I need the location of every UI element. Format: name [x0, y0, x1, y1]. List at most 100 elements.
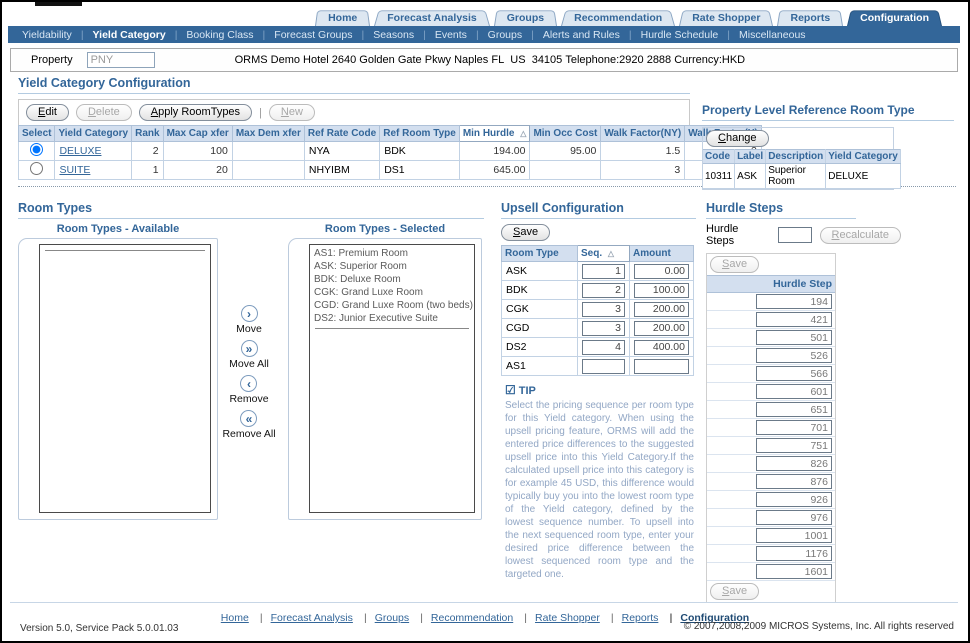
menu-item[interactable]: Alerts and Rules — [522, 29, 620, 41]
hurdle-step-input[interactable] — [756, 546, 832, 561]
seq-input[interactable] — [582, 302, 625, 317]
hurdle-save-button-bottom[interactable]: Save — [710, 583, 759, 600]
hurdle-step-input[interactable] — [756, 330, 832, 345]
list-divider — [45, 250, 205, 251]
hurdle-step-input[interactable] — [756, 492, 832, 507]
spacer-cell — [707, 545, 745, 563]
yield-row-select-radio[interactable] — [30, 143, 43, 156]
upsell-row: BDK — [502, 281, 694, 300]
apply-roomtypes-button[interactable]: Apply RoomTypes — [139, 104, 252, 121]
remove-button[interactable]: ‹ Remove — [229, 375, 268, 405]
section-title: Yield Category Configuration — [18, 76, 690, 94]
amount-input[interactable] — [634, 302, 689, 317]
amount-input[interactable] — [634, 283, 689, 298]
upsell-save-button[interactable]: Save — [501, 224, 550, 241]
list-item[interactable]: CGD: Grand Luxe Room (two beds) — [310, 299, 474, 312]
seq-input[interactable] — [582, 359, 625, 374]
hurdle-step-input[interactable] — [756, 528, 832, 543]
main-tab[interactable]: Configuration — [847, 9, 942, 26]
col-min-occ-cost: Min Occ Cost — [530, 126, 601, 142]
delete-button[interactable]: Delete — [76, 104, 132, 121]
footer-link[interactable]: Recommendation — [412, 612, 513, 624]
main-tab[interactable]: Rate Shopper — [679, 9, 773, 26]
hurdle-step-input[interactable] — [756, 474, 832, 489]
seq-input[interactable] — [582, 321, 625, 336]
footer-link[interactable]: Reports — [603, 612, 659, 624]
main-tab[interactable]: Home — [315, 9, 370, 26]
list-item[interactable]: BDK: Deluxe Room — [310, 273, 474, 286]
hurdle-step-input[interactable] — [756, 438, 832, 453]
spacer-cell — [707, 491, 745, 509]
move-all-button[interactable]: » Move All — [229, 340, 269, 370]
selected-list-title: Room Types - Selected — [288, 223, 482, 235]
seq-input[interactable] — [582, 264, 625, 279]
menu-item[interactable]: Booking Class — [166, 29, 254, 41]
seq-input[interactable] — [582, 340, 625, 355]
list-item[interactable]: AS1: Premium Room — [310, 247, 474, 260]
menu-item[interactable]: Seasons — [352, 29, 414, 41]
hurdle-step-input[interactable] — [756, 402, 832, 417]
amount-input[interactable] — [634, 340, 689, 355]
hurdle-step-input[interactable] — [756, 348, 832, 363]
recalculate-button[interactable]: Recalculate — [820, 227, 902, 244]
col-amount: Amount — [630, 246, 694, 262]
hurdle-step-input[interactable] — [756, 384, 832, 399]
edit-button[interactable]: Edit — [26, 104, 69, 121]
section-title: Upsell Configuration — [501, 201, 696, 219]
reference-room-type-box: Change Code Label Description Yield Cate… — [702, 127, 894, 190]
hurdle-step-input[interactable] — [756, 312, 832, 327]
main-tab[interactable]: Groups — [494, 9, 557, 26]
hurdle-step-input[interactable] — [756, 456, 832, 471]
main-tab[interactable]: Reports — [777, 9, 843, 26]
footer-link[interactable]: Home — [221, 612, 249, 624]
footer-link[interactable]: Forecast Analysis — [252, 612, 353, 624]
hurdle-step-input[interactable] — [756, 366, 832, 381]
hurdle-save-button-top[interactable]: Save — [710, 256, 759, 273]
hurdle-step-input[interactable] — [756, 510, 832, 525]
room-types-available-listbox[interactable] — [39, 244, 211, 513]
sort-asc-icon: △ — [520, 129, 526, 138]
menu-item[interactable]: Miscellaneous — [718, 29, 805, 41]
move-right-icon: › — [241, 305, 258, 322]
amount-input[interactable] — [634, 264, 689, 279]
hurdle-steps-count-input[interactable] — [778, 227, 812, 243]
menu-item[interactable]: Hurdle Schedule — [620, 29, 718, 41]
amount-input[interactable] — [634, 321, 689, 336]
cell-room-type: CGD — [502, 319, 578, 338]
hurdle-step-input[interactable] — [756, 564, 832, 579]
main-tab[interactable]: Recommendation — [561, 9, 675, 26]
yield-category-link[interactable]: SUITE — [59, 164, 90, 176]
cell-label: ASK — [735, 164, 766, 189]
footer-link[interactable]: Rate Shopper — [516, 612, 600, 624]
seq-input[interactable] — [582, 283, 625, 298]
new-button[interactable]: New — [269, 104, 315, 121]
list-item[interactable]: DS2: Junior Executive Suite — [310, 312, 474, 325]
menu-item[interactable]: Forecast Groups — [254, 29, 353, 41]
room-types-selected-listbox[interactable]: AS1: Premium Room ASK: Superior Room BDK… — [309, 244, 475, 513]
hurdle-steps-section: Hurdle Steps Hurdle Steps Recalculate Sa… — [706, 201, 901, 603]
hurdle-step-input[interactable] — [756, 420, 832, 435]
change-button[interactable]: Change — [706, 130, 769, 147]
menu-item[interactable]: Yieldability — [22, 29, 72, 41]
menu-item[interactable]: Events — [414, 29, 467, 41]
footer-link[interactable]: Groups — [356, 612, 409, 624]
yield-table-row-deluxe: DELUXE 2 100 NYA BDK 194.00 95.00 1.5 2 — [19, 142, 762, 161]
section-title: Property Level Reference Room Type — [702, 103, 954, 121]
yield-category-link[interactable]: DELUXE — [59, 145, 101, 157]
yield-row-select-radio[interactable] — [30, 162, 43, 175]
hurdle-step-input[interactable] — [756, 294, 832, 309]
remove-all-button[interactable]: « Remove All — [222, 410, 275, 440]
menu-item[interactable]: Yield Category — [72, 29, 166, 41]
menu-item[interactable]: Groups — [467, 29, 522, 41]
col-min-hurdle-sort[interactable]: Min Hurdle △ — [459, 126, 530, 142]
shuttle-buttons: › Move » Move All ‹ Remove « Remove All — [218, 305, 280, 440]
col-seq-sort[interactable]: Seq. △ — [578, 246, 630, 262]
list-item[interactable]: ASK: Superior Room — [310, 260, 474, 273]
cell-max-dem-xfer — [232, 142, 304, 161]
col-ref-rate-code: Ref Rate Code — [304, 126, 379, 142]
amount-input[interactable] — [634, 359, 689, 374]
move-button[interactable]: › Move — [236, 305, 262, 335]
property-code-input[interactable] — [87, 52, 155, 68]
list-item[interactable]: CGK: Grand Luxe Room — [310, 286, 474, 299]
main-tab[interactable]: Forecast Analysis — [374, 9, 490, 26]
